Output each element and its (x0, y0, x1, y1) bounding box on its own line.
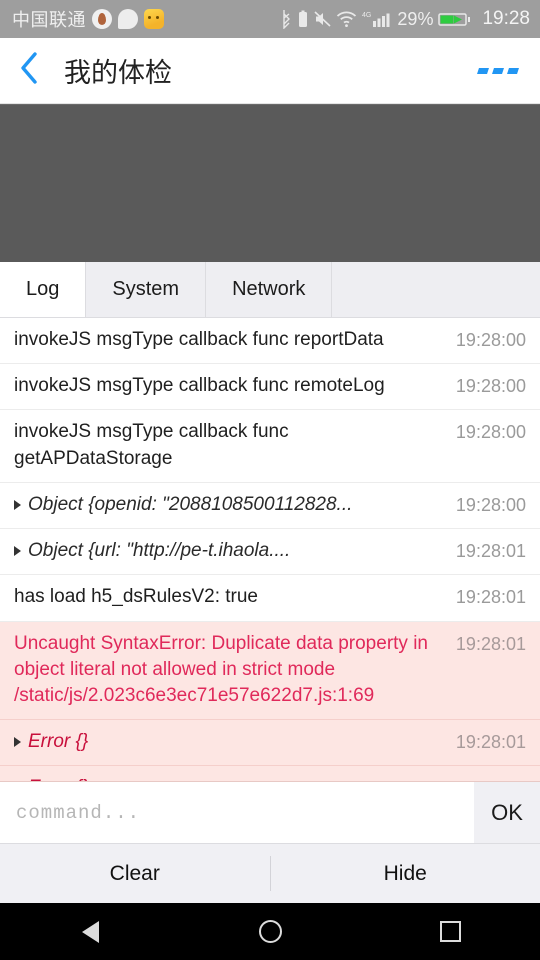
command-bar: OK (0, 781, 540, 843)
mute-icon (314, 9, 331, 29)
log-timestamp: 19:28:01 (455, 541, 526, 562)
debug-console-panel: Log System Network invokeJS msgType call… (0, 262, 540, 903)
command-input[interactable] (0, 782, 474, 843)
log-timestamp: 19:28:00 (455, 422, 526, 443)
ok-button[interactable]: OK (474, 782, 540, 843)
nav-recent-icon (439, 921, 461, 942)
log-row-error[interactable]: Uncaught SyntaxError: Duplicate data pro… (0, 621, 540, 721)
log-message: invokeJS msgType callback func remoteLog (14, 375, 385, 397)
status-bar: 中国联通 4G 29% 19:28 (0, 0, 540, 38)
log-message: Object {openid: "2088108500112828... (28, 493, 353, 515)
more-options-button[interactable] (477, 60, 519, 82)
more-dots-icon (492, 67, 504, 74)
tab-bar-filler (332, 262, 540, 317)
disclosure-triangle-icon[interactable] (14, 546, 21, 557)
console-action-bar: Clear Hide (0, 843, 540, 903)
log-message-object: Object {url: "http://pe-t.ihaola.... (14, 538, 456, 564)
chat-icon (118, 9, 138, 29)
log-timestamp: 19:28:00 (455, 330, 526, 350)
more-dots-icon (477, 67, 489, 74)
log-row[interactable]: invokeJS msgType callback func reportDat… (0, 318, 540, 365)
log-timestamp: 19:28:01 (455, 633, 526, 654)
status-clock: 19:28 (482, 8, 530, 29)
bluetooth-icon (281, 9, 292, 29)
clear-button[interactable]: Clear (0, 844, 270, 903)
log-row-error[interactable]: Error {} 19:28:01 (0, 720, 540, 767)
status-bar-right: 4G 29% 19:28 (281, 8, 530, 30)
carrier-label: 中国联通 (12, 10, 86, 30)
title-bar: 我的体检 (0, 38, 540, 104)
log-row[interactable]: has load h5_dsRulesV2: true 19:28:01 (0, 575, 540, 622)
more-dots-icon (507, 67, 519, 74)
battery-percent-label: 29% (397, 8, 434, 29)
phone-screen: 中国联通 4G 29% 19:28 我的体检 Log System Networ… (0, 0, 540, 960)
battery-charging-icon (438, 9, 472, 29)
wifi-icon (336, 9, 357, 29)
nav-home-icon (258, 920, 282, 943)
status-bar-left: 中国联通 (12, 6, 164, 32)
log-message: Object {url: "http://pe-t.ihaola.... (28, 540, 291, 562)
log-row[interactable]: invokeJS msgType callback func getAPData… (0, 410, 540, 483)
console-tabs: Log System Network (0, 262, 540, 318)
log-message-object: Error {} (14, 729, 456, 755)
back-button[interactable] (18, 51, 52, 91)
nav-recents-button[interactable] (405, 903, 495, 960)
log-message-object: Object {openid: "2088108500112828... (14, 492, 456, 518)
log-row[interactable]: invokeJS msgType callback func remoteLog… (0, 364, 540, 411)
signal-icon: 4G (362, 9, 392, 29)
nav-home-button[interactable] (225, 903, 315, 960)
tab-system[interactable]: System (86, 262, 207, 317)
tab-network[interactable]: Network (206, 262, 333, 317)
log-message: invokeJS msgType callback func reportDat… (14, 329, 384, 350)
log-row-error[interactable]: Error {} 19:28:01 (0, 766, 540, 781)
sim-icon (297, 9, 309, 29)
emoji-icon (144, 9, 164, 29)
log-row[interactable]: Object {openid: "2088108500112828... 19:… (0, 482, 540, 530)
page-title: 我的体检 (64, 58, 172, 88)
log-row[interactable]: Object {url: "http://pe-t.ihaola.... 19:… (0, 529, 540, 576)
log-message: invokeJS msgType callback func getAPData… (14, 421, 289, 469)
svg-text:4G: 4G (362, 12, 371, 19)
log-timestamp: 19:28:00 (455, 494, 526, 515)
disclosure-triangle-icon[interactable] (14, 499, 21, 510)
weibo-icon (92, 9, 112, 29)
webview-content-area[interactable] (0, 104, 540, 262)
log-timestamp: 19:28:01 (455, 732, 526, 753)
disclosure-triangle-icon[interactable] (14, 737, 21, 748)
hide-button[interactable]: Hide (271, 844, 540, 903)
android-nav-bar (0, 903, 540, 960)
log-message: Error {} (28, 731, 89, 753)
log-message: Uncaught SyntaxError: Duplicate data pro… (14, 632, 428, 706)
log-message: has load h5_dsRulesV2: true (14, 586, 258, 608)
tab-log[interactable]: Log (0, 262, 87, 317)
chevron-left-icon (18, 51, 40, 90)
log-timestamp: 19:28:01 (455, 587, 526, 608)
log-timestamp: 19:28:00 (455, 376, 526, 397)
nav-back-button[interactable] (45, 903, 135, 960)
nav-back-icon (81, 920, 99, 943)
log-list[interactable]: invokeJS msgType callback func reportDat… (0, 318, 540, 781)
